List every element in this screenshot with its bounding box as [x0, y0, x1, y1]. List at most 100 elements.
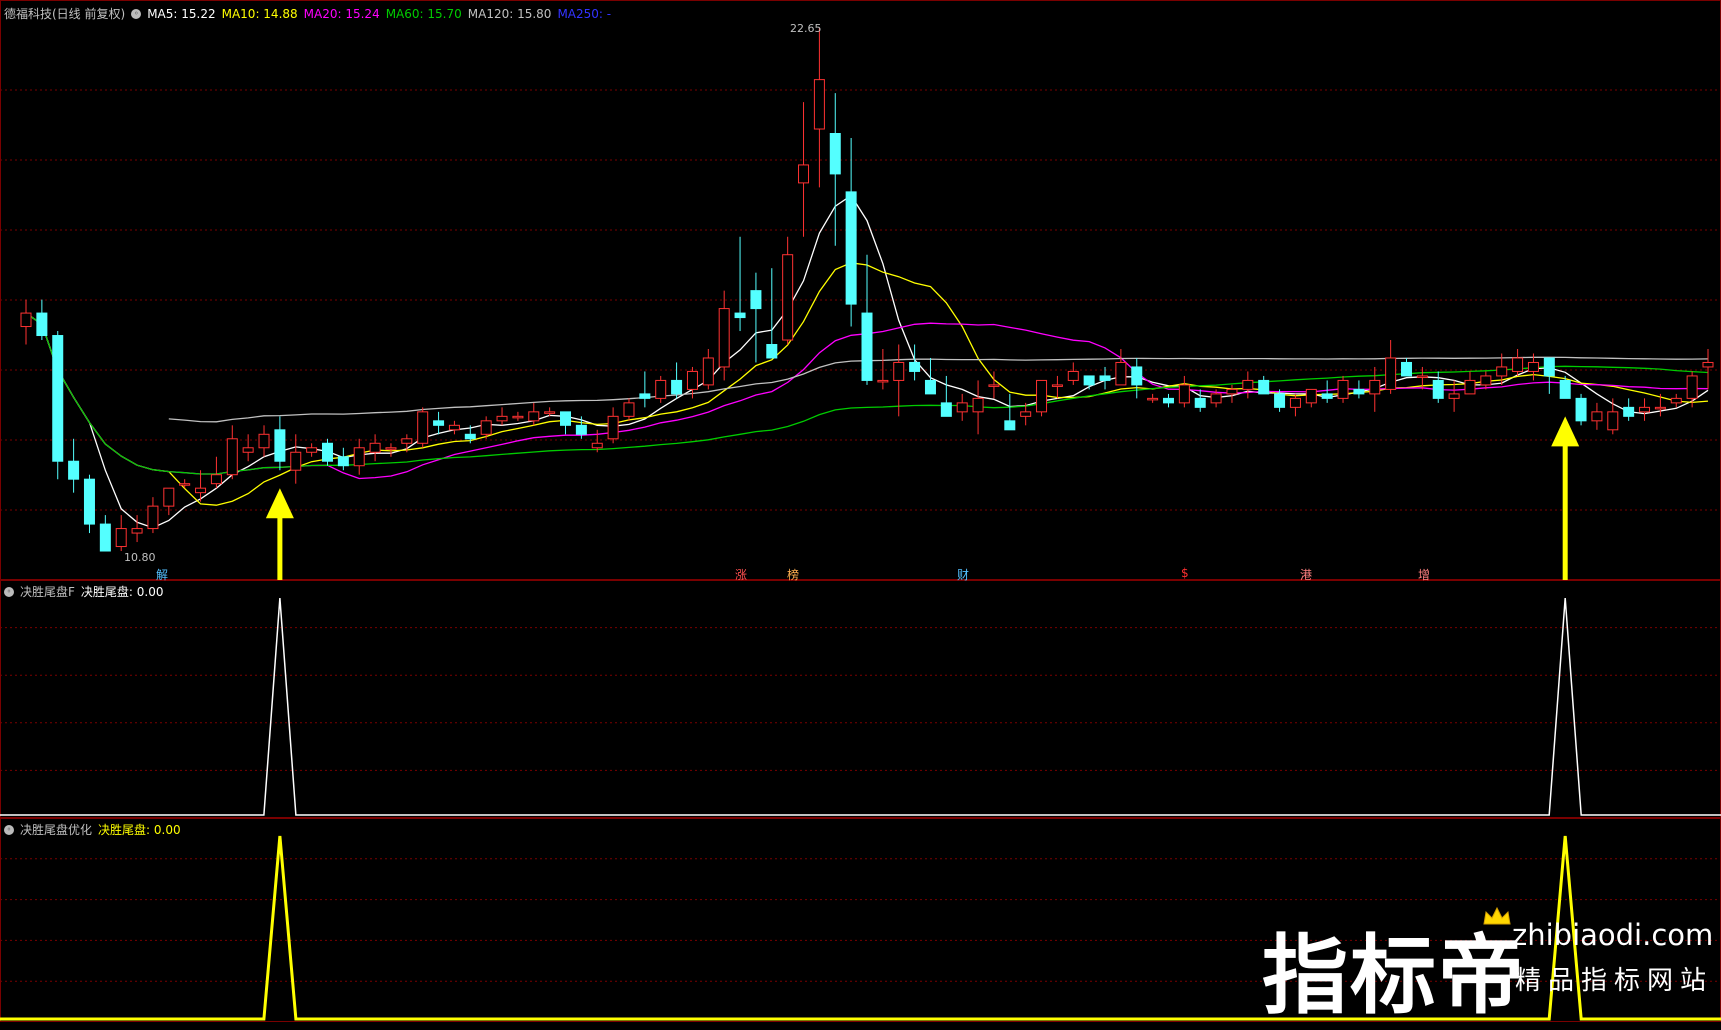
candle	[1401, 361, 1413, 377]
candle	[1559, 379, 1571, 399]
candle	[1353, 388, 1365, 395]
candle	[226, 438, 238, 476]
candle	[1162, 397, 1174, 404]
candle	[734, 312, 746, 319]
event-marker-3[interactable]: 榜	[787, 566, 799, 583]
candle	[1607, 411, 1619, 431]
candle	[480, 420, 492, 435]
stock-title: 德福科技(日线 前复权)	[4, 7, 126, 21]
price-panel[interactable]: 德福科技(日线 前复权) ◦ MA5: 15.22 MA10: 14.88 MA…	[0, 0, 1721, 583]
signal-line	[0, 597, 1721, 816]
candle	[1274, 393, 1286, 408]
candle	[671, 379, 683, 395]
candle	[496, 415, 508, 422]
indicator1-chart[interactable]	[0, 580, 1721, 818]
candle	[1543, 357, 1555, 377]
candle	[1432, 379, 1444, 399]
candle	[1226, 388, 1238, 395]
indicator2-name: 决胜尾盘优化	[20, 823, 93, 837]
candle	[655, 379, 667, 399]
candle	[1686, 375, 1698, 399]
event-marker-7[interactable]: 增	[1418, 566, 1430, 583]
candle	[1289, 397, 1301, 408]
candle	[385, 447, 397, 450]
event-marker-2[interactable]: 涨	[735, 566, 747, 583]
candle	[1004, 420, 1016, 431]
candle	[544, 411, 556, 414]
event-marker-4[interactable]: 财	[957, 566, 969, 583]
event-marker-5[interactable]: $	[1181, 566, 1189, 580]
candle	[1623, 406, 1635, 417]
candle	[20, 312, 32, 328]
candle	[1178, 384, 1190, 404]
ma120-line	[168, 356, 1709, 423]
candle	[1575, 397, 1587, 422]
candle	[607, 415, 619, 440]
indicator1-panel[interactable]: ◦ 决胜尾盘F 决胜尾盘: 0.00	[0, 580, 1721, 818]
candle	[1654, 406, 1666, 410]
low-price-label: 10.80	[124, 551, 156, 564]
candle	[1337, 379, 1349, 399]
candlestick-chart[interactable]	[0, 0, 1721, 580]
candle	[417, 411, 429, 444]
candle	[163, 487, 175, 507]
candle	[353, 447, 365, 467]
indicator2-settings-icon[interactable]: ◦	[4, 824, 14, 835]
candle	[52, 335, 64, 462]
candle	[1527, 361, 1539, 372]
candle	[179, 483, 191, 486]
indicator1-value: 决胜尾盘: 0.00	[80, 585, 164, 599]
candle	[321, 442, 333, 462]
candle	[1020, 411, 1032, 417]
watermark-url: zhibiaodi.com	[1512, 918, 1714, 952]
candle	[877, 379, 889, 383]
candle	[99, 523, 111, 552]
candle	[972, 397, 984, 413]
watermark-brand: 指标帝	[1262, 926, 1526, 1026]
candle	[258, 433, 270, 449]
candle	[1670, 397, 1682, 404]
candle	[909, 361, 921, 372]
event-marker-6[interactable]: 港	[1300, 566, 1312, 583]
candle	[1099, 375, 1111, 381]
candle	[1480, 375, 1492, 386]
candle	[528, 411, 540, 422]
candle	[956, 402, 968, 413]
event-marker-1[interactable]: 解	[156, 566, 168, 583]
candle	[512, 415, 524, 419]
candle	[1051, 384, 1063, 387]
candle	[274, 429, 286, 462]
ma250-label: MA250: -	[557, 6, 612, 21]
candle	[1702, 361, 1714, 368]
indicator1-legend: ◦ 决胜尾盘F 决胜尾盘: 0.00	[4, 583, 163, 600]
candle	[1147, 397, 1159, 401]
candle	[369, 442, 381, 453]
high-price-label: 22.65	[790, 22, 822, 35]
ma5-label: MA5: 15.22	[147, 6, 216, 21]
candle	[591, 442, 603, 449]
candle	[798, 164, 810, 184]
candle	[940, 402, 952, 417]
ma120-label: MA120: 15.80	[467, 6, 552, 21]
candle	[861, 312, 873, 381]
candle	[1321, 393, 1333, 399]
candle	[639, 393, 651, 399]
settings-circle-icon[interactable]: ◦	[131, 8, 142, 19]
candle	[306, 447, 318, 453]
candle	[686, 370, 698, 390]
indicator1-settings-icon[interactable]: ◦	[4, 586, 14, 597]
candle	[1210, 393, 1222, 404]
candle	[845, 191, 857, 305]
candle	[766, 344, 778, 359]
candle	[1385, 357, 1397, 390]
candle	[1369, 379, 1381, 395]
indicator2-legend: ◦ 决胜尾盘优化 决胜尾盘: 0.00	[4, 821, 181, 838]
candle	[1512, 357, 1524, 372]
candle	[131, 528, 143, 534]
watermark-slogan: 精品指标网站	[1515, 966, 1714, 996]
signal-arrow-head	[265, 488, 294, 519]
ma10-label: MA10: 14.88	[221, 6, 298, 21]
candle	[1242, 379, 1254, 390]
candle	[750, 290, 762, 310]
candle	[1448, 393, 1460, 399]
